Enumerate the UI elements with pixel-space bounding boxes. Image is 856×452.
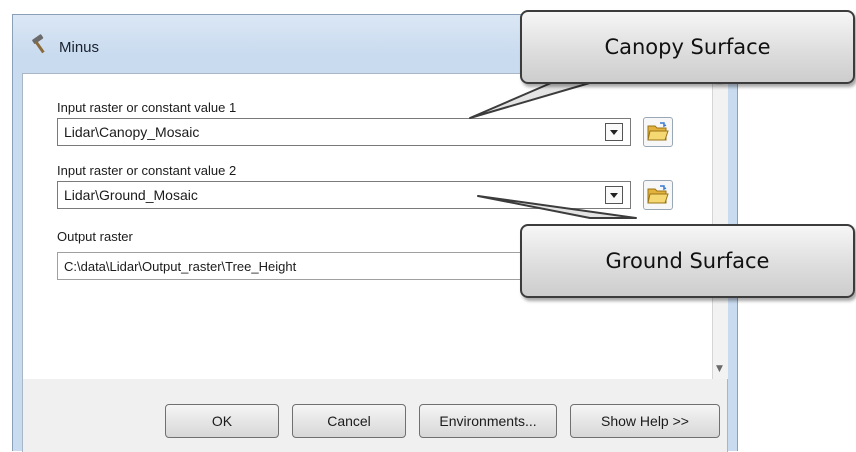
- ground-surface-callout: Ground Surface: [520, 224, 855, 298]
- ground-callout-pointer: [477, 195, 637, 219]
- canopy-callout-pointer: [469, 79, 601, 119]
- canopy-surface-callout: Canopy Surface: [520, 10, 855, 84]
